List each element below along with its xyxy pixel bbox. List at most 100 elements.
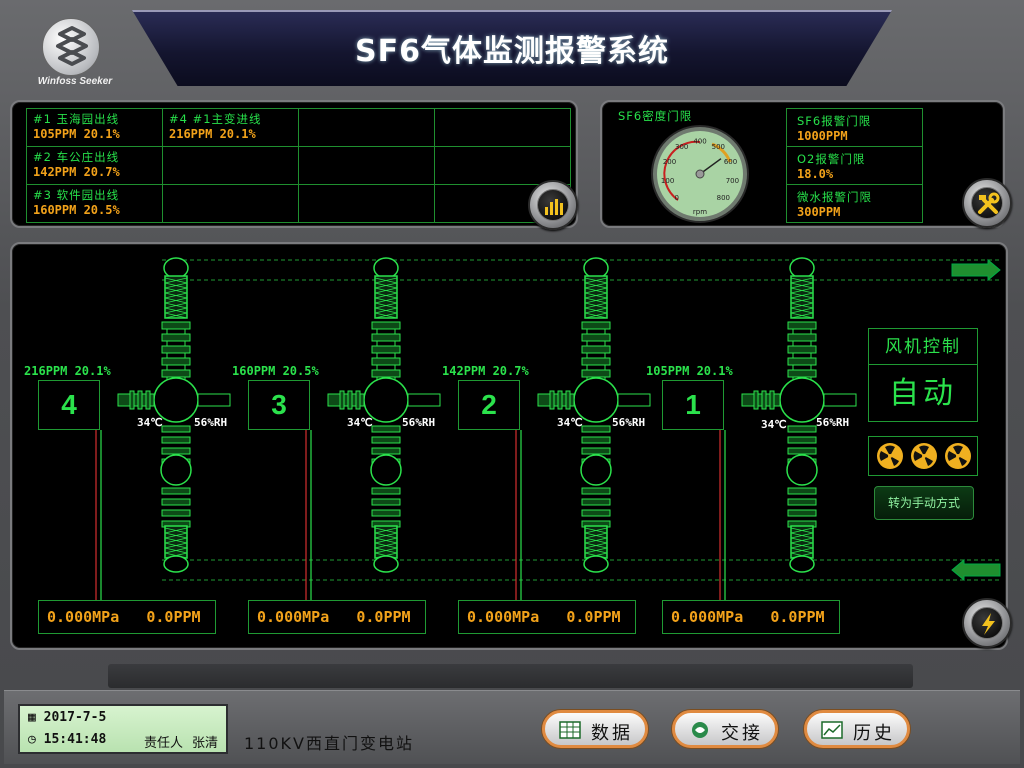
bay-2-box[interactable]: 2: [458, 380, 520, 430]
line-value: 142PPM 20.7%: [33, 165, 120, 179]
data-button[interactable]: 数据: [542, 710, 648, 748]
bay-reading-num: 142: [442, 364, 464, 378]
ppm-unit: PPM: [173, 608, 201, 626]
chamber-neck: [376, 328, 396, 335]
line-cell-empty: [298, 146, 435, 185]
bay-1-box[interactable]: 1: [662, 380, 724, 430]
line-cell-empty: [162, 184, 299, 223]
fan-icon: [911, 443, 937, 469]
line-cell[interactable]: #1 玉海园出线 105PPM 20.1%: [26, 108, 163, 147]
page-title: SF6气体监测报警系统: [355, 34, 669, 69]
switch-to-manual-button[interactable]: 转为手动方式: [874, 486, 974, 520]
chamber-neck: [792, 328, 812, 335]
chamber-ring: [581, 436, 611, 444]
line-cell-empty: [434, 146, 571, 185]
chart-view-button[interactable]: [528, 180, 578, 230]
bay-reading-unit: PPM 20.7%: [463, 364, 529, 378]
pipe-flange: [129, 390, 135, 410]
limit-cell[interactable]: SF6报警门限 1000PPM: [786, 108, 923, 147]
alarm-button[interactable]: [962, 598, 1012, 648]
gauge-tick-label: 500: [712, 143, 725, 151]
line-readings-panel: #1 玉海园出线 105PPM 20.1% #4 #1主变进线 216PPM 2…: [10, 100, 578, 228]
chamber-ring: [161, 333, 191, 342]
history-button[interactable]: 历史: [804, 710, 910, 748]
line-readings-table: #1 玉海园出线 105PPM 20.1% #4 #1主变进线 216PPM 2…: [26, 108, 571, 223]
fan-blades-icon: [879, 445, 899, 466]
limit-value: 18.0%: [797, 166, 834, 181]
chamber-ring: [371, 321, 401, 330]
bay-reading-unit: PPM 20.1%: [45, 364, 111, 378]
fan-status-panel: [868, 436, 978, 476]
chamber-neck: [586, 340, 606, 347]
alarm-limits-table: SF6报警门限 1000PPM O2报警门限 18.0% 微水报警门限 300P…: [786, 108, 923, 223]
history-chart-icon: [821, 721, 843, 739]
side-stub: [197, 393, 231, 407]
line-value: 216PPM 20.1%: [169, 127, 256, 141]
chamber-neck: [792, 352, 812, 359]
pipe-flange: [769, 390, 775, 410]
limit-name: SF6报警门限: [797, 113, 872, 128]
fan-icon: [877, 443, 903, 469]
line-cell[interactable]: #3 软件园出线 160PPM 20.5%: [26, 184, 163, 223]
gauge-tick-label: 600: [724, 158, 737, 166]
chamber-bottom-cap: [373, 555, 399, 573]
line-name: #1 玉海园出线: [33, 112, 120, 126]
pressure-unit: MPa: [302, 608, 330, 626]
chamber-ring: [787, 357, 817, 366]
chamber-ring: [371, 369, 401, 378]
ppm-value: 0.0: [566, 608, 594, 626]
bay-3-box[interactable]: 3: [248, 380, 310, 430]
limit-cell[interactable]: O2报警门限 18.0%: [786, 146, 923, 185]
chamber-top-cap: [583, 257, 609, 279]
line-cell-empty: [298, 184, 435, 223]
alarm-button-face: [971, 607, 1003, 639]
density-gauge[interactable]: 0 100 200 300 400 500 600 700 800 rpm: [650, 124, 750, 224]
alarm-limits-panel: SF6密度门限 0 100 200 300 400 500 600 700 800 rpm SF…: [600, 100, 1005, 228]
bay-3-sensor-box[interactable]: 0.000MPa 0.0PPM: [248, 600, 426, 634]
chamber-lower-sphere: [370, 454, 402, 486]
bay-4-sensor-box[interactable]: 0.000MPa 0.0PPM: [38, 600, 216, 634]
gauge-tick-label: 0: [674, 194, 678, 202]
fan-icon: [945, 443, 971, 469]
pipe-flange: [557, 390, 563, 410]
bay-4-box[interactable]: 4: [38, 380, 100, 430]
limit-value: 300PPM: [797, 204, 841, 219]
chamber-ring: [787, 369, 817, 378]
bay-reading-num: 216: [24, 364, 46, 378]
switchgear-diagram: [95, 257, 1002, 600]
chamber-ring: [161, 447, 191, 455]
ppm-unit: PPM: [383, 608, 411, 626]
line-cell[interactable]: #4 #1主变进线 216PPM 20.1%: [162, 108, 299, 147]
chamber-ring: [161, 498, 191, 506]
chamber-bottom-cap: [163, 555, 189, 573]
bay-1-sensor-box[interactable]: 0.000MPa 0.0PPM: [662, 600, 840, 634]
owner-label: 责任人: [144, 736, 184, 751]
fan-blades-icon: [913, 445, 933, 466]
chamber-neck: [586, 352, 606, 359]
logo-text: Winfoss Seeker: [37, 76, 113, 87]
chamber-neck: [586, 328, 606, 335]
data-button-label: 数据: [591, 723, 633, 744]
chamber-bottom-cap: [789, 555, 815, 573]
chamber-ring: [787, 345, 817, 354]
lightning-icon: [982, 613, 995, 635]
calendar-icon: ▦: [28, 710, 36, 725]
bay-2-sensor-box[interactable]: 0.000MPa 0.0PPM: [458, 600, 636, 634]
pressure-value: 0.000: [671, 608, 717, 626]
pipe-flange: [137, 390, 143, 410]
limit-cell[interactable]: 微水报警门限 300PPM: [786, 184, 923, 223]
limit-value: 1000PPM: [797, 128, 848, 143]
current-date: 2017-7-5: [43, 710, 107, 725]
chamber-ring: [371, 345, 401, 354]
ppm-value: 0.0: [356, 608, 384, 626]
line-cell-empty: [434, 108, 571, 147]
handover-button[interactable]: 交接: [672, 710, 778, 748]
pressure-value: 0.000: [257, 608, 303, 626]
pressure-unit: MPa: [716, 608, 744, 626]
line-cell[interactable]: #2 车公庄出线 142PPM 20.7%: [26, 146, 163, 185]
chamber-ring: [581, 321, 611, 330]
outflow-arrow-icon: [951, 258, 1001, 282]
settings-button[interactable]: [962, 178, 1012, 228]
